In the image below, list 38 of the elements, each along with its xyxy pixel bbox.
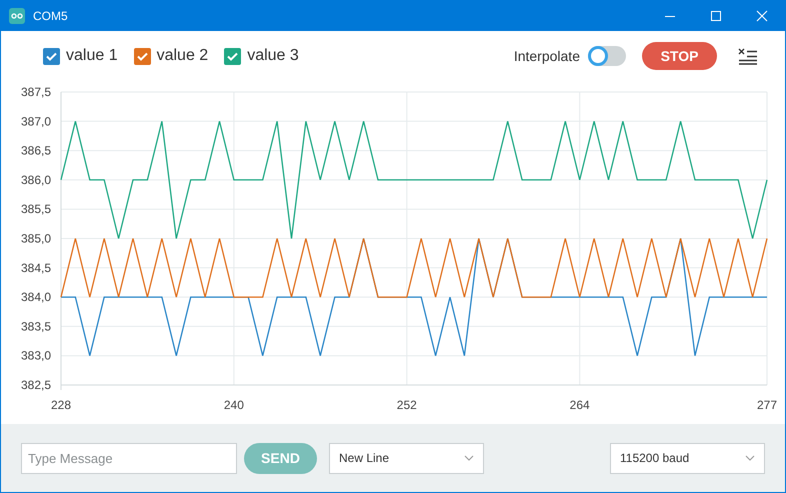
baud-rate-dropdown[interactable]: 115200 baud	[610, 442, 765, 474]
x-tick-label: 252	[396, 398, 417, 412]
y-tick-label: 385,5	[20, 202, 51, 216]
y-tick-label: 386,5	[20, 144, 51, 158]
y-tick-label: 383,0	[20, 348, 51, 363]
legend-label: value 2	[156, 46, 208, 66]
line-ending-dropdown[interactable]: New Line	[329, 442, 484, 474]
x-tick-label: 228	[50, 398, 72, 412]
dropdown-value: New Line	[339, 450, 390, 467]
y-tick-label: 382,5	[20, 378, 51, 392]
y-tick-label: 387,5	[20, 85, 51, 99]
legend-checkbox[interactable]	[224, 48, 242, 64]
x-tick-label: 277	[756, 398, 778, 412]
y-tick-label: 387,0	[20, 114, 51, 128]
stop-button[interactable]: STOP	[642, 42, 717, 70]
window-title: COM5	[33, 8, 68, 25]
x-tick-label: 240	[224, 398, 244, 412]
y-tick-label: 384,5	[20, 260, 51, 275]
legend-label: value 1	[66, 46, 118, 66]
chevron-down-icon	[464, 455, 474, 461]
dropdown-value: 115200 baud	[620, 450, 690, 467]
y-tick-label: 386,0	[20, 172, 51, 187]
check-icon	[46, 52, 57, 60]
message-field[interactable]: Type Message	[21, 442, 237, 474]
legend-label: value 3	[247, 46, 299, 66]
interpolate-toggle[interactable]	[588, 46, 626, 66]
x-tick-label: 264	[570, 398, 590, 412]
check-icon	[136, 52, 148, 60]
y-tick-label: 384,0	[20, 290, 51, 304]
interpolate-label: Interpolate	[514, 46, 580, 66]
check-icon	[227, 52, 238, 60]
legend-checkbox[interactable]	[43, 48, 60, 64]
app-logo-icon	[9, 8, 25, 24]
y-tick-label: 383,5	[20, 319, 51, 334]
y-tick-label: 385,0	[20, 232, 51, 246]
clear-output-icon[interactable]	[738, 48, 758, 64]
legend-checkbox[interactable]	[134, 48, 151, 64]
chevron-down-icon	[745, 455, 755, 461]
